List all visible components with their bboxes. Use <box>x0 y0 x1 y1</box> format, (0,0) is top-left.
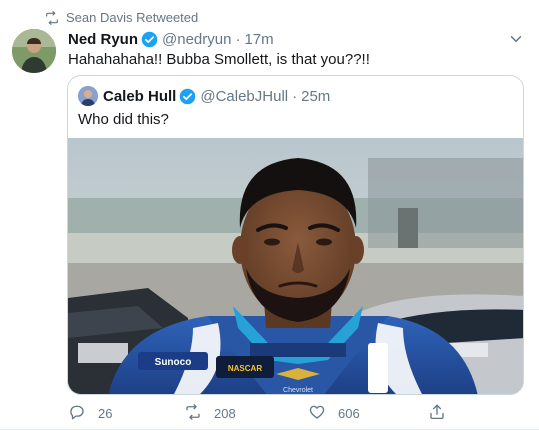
quoted-tweet-text: Who did this? <box>78 111 169 128</box>
suit-logo-chevrolet: Chevrolet <box>283 387 313 394</box>
quoted-tweet[interactable]: Caleb Hull @CalebJHull · 25m Who did thi… <box>67 75 524 395</box>
quoted-author-name: Caleb Hull <box>103 87 177 105</box>
reply-count: 26 <box>98 405 113 421</box>
verified-badge-icon <box>141 31 158 48</box>
quoted-verified-badge-icon <box>179 88 196 105</box>
tweet-header: Ned Ryun @nedryun · 17m <box>68 29 274 49</box>
reply-icon <box>68 403 86 424</box>
reply-button[interactable]: 26 <box>68 402 112 424</box>
retweet-context: Sean Davis Retweeted <box>44 10 198 26</box>
quoted-author-handle: @CalebJHull <box>200 87 289 105</box>
share-icon <box>428 403 446 424</box>
author-avatar[interactable] <box>12 29 56 73</box>
heart-icon <box>308 403 326 424</box>
retweet-icon <box>44 10 60 26</box>
tweet[interactable]: Sean Davis Retweeted Ned Ryun @nedryun ·… <box>0 0 539 430</box>
share-button[interactable] <box>428 402 446 424</box>
quoted-tweet-timestamp: 25m <box>301 87 331 105</box>
retweet-context-text[interactable]: Sean Davis Retweeted <box>66 10 198 26</box>
retweet-button[interactable]: 208 <box>184 402 236 424</box>
separator-dot: · <box>235 30 241 48</box>
tweet-actions: 26 208 606 <box>68 402 528 424</box>
retweet-icon <box>184 403 202 424</box>
author-handle[interactable]: @nedryun <box>162 31 231 48</box>
quoted-tweet-photo[interactable]: Sunoco NASCAR Chevrolet <box>68 138 523 394</box>
quoted-tweet-header: Caleb Hull @CalebJHull · 25m <box>78 86 330 106</box>
suit-logo-sunoco: Sunoco <box>155 357 192 368</box>
like-count: 606 <box>338 405 360 421</box>
tweet-text: Hahahahaha!! Bubba Smollett, is that you… <box>68 51 370 68</box>
tweet-timestamp[interactable]: 17m <box>244 31 273 48</box>
quoted-author-avatar <box>78 86 98 106</box>
like-button[interactable]: 606 <box>308 402 360 424</box>
author-name[interactable]: Ned Ryun <box>68 31 138 48</box>
more-options-caret-icon[interactable] <box>507 30 525 48</box>
suit-logo-nascar: NASCAR <box>228 364 262 373</box>
retweet-count: 208 <box>214 405 236 421</box>
quoted-separator-dot: · <box>292 87 298 105</box>
